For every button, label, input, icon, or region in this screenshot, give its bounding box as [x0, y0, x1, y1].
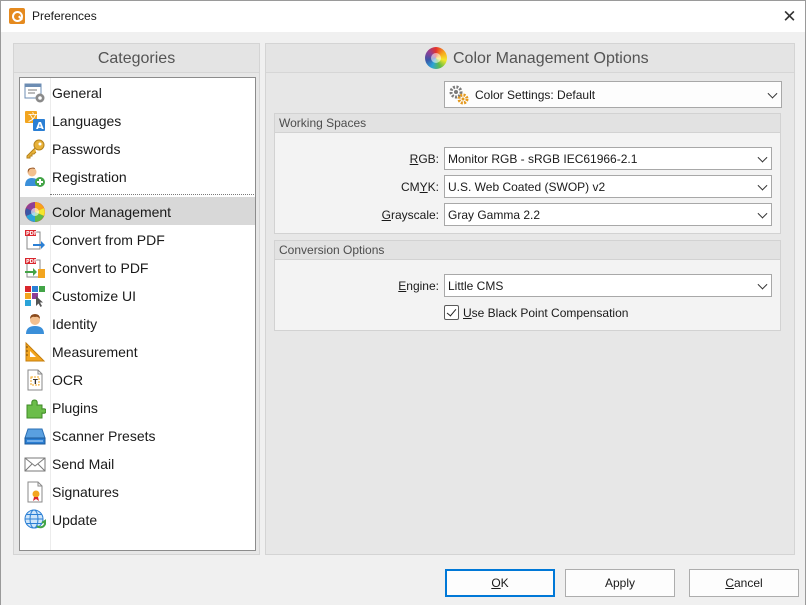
- sidebar-item-label: Registration: [52, 169, 127, 185]
- sidebar-item-customize-ui[interactable]: Customize UI: [20, 281, 255, 309]
- conversion-options-group: Conversion Options Engine: Little CMS Us…: [274, 240, 781, 331]
- sidebar-item-label: Plugins: [52, 400, 98, 416]
- categories-header: Categories: [14, 44, 259, 73]
- rgb-value: Monitor RGB - sRGB IEC61966-2.1: [448, 152, 638, 166]
- grayscale-label: Grayscale:: [381, 208, 439, 222]
- color-wheel-icon: [25, 202, 45, 222]
- black-point-compensation-checkbox[interactable]: [444, 305, 459, 320]
- sidebar-item-languages[interactable]: 文 A Languages: [20, 106, 255, 134]
- title-bar: Preferences ✕: [1, 1, 805, 32]
- chevron-down-icon: [757, 279, 768, 290]
- sidebar-item-identity[interactable]: Identity: [20, 309, 255, 337]
- cmyk-label: CMYK:: [400, 180, 439, 194]
- chevron-down-icon: [757, 152, 768, 163]
- puzzle-icon: [26, 399, 46, 419]
- color-settings-dropdown[interactable]: Color Settings: Default: [444, 81, 782, 108]
- sidebar-item-label: Customize UI: [52, 288, 137, 304]
- sidebar-item-label: Passwords: [52, 141, 121, 157]
- options-title: Color Management Options: [453, 50, 649, 67]
- sidebar-item-update[interactable]: Update: [20, 505, 255, 533]
- customize-ui-icon: [25, 286, 45, 307]
- color-wheel-icon: [425, 47, 447, 69]
- grayscale-select[interactable]: Gray Gamma 2.2: [444, 203, 772, 226]
- close-button[interactable]: ✕: [774, 1, 805, 32]
- sidebar-item-label: General: [52, 85, 102, 101]
- options-header: Color Management Options: [266, 44, 794, 73]
- sidebar-item-label: Signatures: [52, 484, 119, 500]
- scanner-icon: [24, 428, 46, 445]
- sidebar-item-scanner-presets[interactable]: Scanner Presets: [20, 421, 255, 449]
- dialog-footer: OK Apply Cancel: [1, 561, 805, 605]
- sidebar-item-measurement[interactable]: Measurement: [20, 337, 255, 365]
- sidebar-item-general[interactable]: General: [20, 78, 255, 106]
- chevron-down-icon: [767, 88, 778, 99]
- color-management-panel: Color Management Options Color Settings:…: [265, 43, 795, 555]
- svg-text:PDF: PDF: [26, 231, 37, 237]
- sidebar-item-label: Convert to PDF: [52, 260, 149, 276]
- engine-select[interactable]: Little CMS: [444, 274, 772, 297]
- svg-text:PDF: PDF: [26, 259, 37, 265]
- grayscale-value: Gray Gamma 2.2: [448, 208, 541, 222]
- chevron-down-icon: [757, 180, 768, 191]
- sidebar-item-label: Convert from PDF: [52, 232, 165, 248]
- sidebar-item-label: Update: [52, 512, 98, 528]
- languages-icon: 文 A: [25, 111, 45, 132]
- sidebar-item-passwords[interactable]: Passwords: [20, 134, 255, 162]
- signature-icon: [27, 481, 43, 503]
- black-point-compensation-label[interactable]: Use Black Point Compensation: [463, 306, 628, 320]
- window-title: Preferences: [32, 9, 97, 23]
- sidebar-item-registration[interactable]: Registration: [20, 162, 255, 190]
- general-settings-icon: [24, 83, 45, 103]
- cancel-button[interactable]: Cancel: [689, 569, 799, 597]
- chevron-down-icon: [757, 208, 768, 219]
- sidebar-item-label: OCR: [52, 372, 84, 388]
- rgb-label: RGB:: [409, 152, 439, 166]
- preferences-dialog: Preferences ✕ Categories General 文 A Lan…: [0, 0, 806, 605]
- sidebar-item-convert-from-pdf[interactable]: PDF Convert from PDF: [20, 225, 255, 253]
- ok-button[interactable]: OK: [445, 569, 555, 597]
- working-spaces-group: Working Spaces RGB: Monitor RGB - sRGB I…: [274, 113, 781, 234]
- rgb-select[interactable]: Monitor RGB - sRGB IEC61966-2.1: [444, 147, 772, 170]
- conversion-options-title: Conversion Options: [275, 241, 780, 260]
- sidebar-item-label: Send Mail: [52, 456, 115, 472]
- sidebar-item-plugins[interactable]: Plugins: [20, 393, 255, 421]
- ruler-triangle-icon: [25, 341, 46, 362]
- categories-panel: Categories General 文 A Languages Passwor…: [13, 43, 260, 555]
- sidebar-item-send-mail[interactable]: Send Mail: [20, 449, 255, 477]
- categories-list[interactable]: General 文 A Languages Passwords Registra…: [19, 77, 256, 551]
- pdf-export-icon: PDF: [25, 230, 45, 250]
- apply-button[interactable]: Apply: [565, 569, 675, 597]
- sidebar-item-label: Color Management: [52, 204, 172, 220]
- cmyk-value: U.S. Web Coated (SWOP) v2: [448, 180, 606, 194]
- color-settings-label: Color Settings: Default: [475, 88, 596, 102]
- globe-update-icon: [24, 509, 46, 529]
- svg-text:T: T: [33, 378, 38, 386]
- cmyk-select[interactable]: U.S. Web Coated (SWOP) v2: [444, 175, 772, 198]
- gear-icon: [449, 85, 469, 105]
- key-icon: [26, 139, 45, 159]
- engine-value: Little CMS: [448, 279, 504, 293]
- sidebar-item-ocr[interactable]: T OCR: [20, 365, 255, 393]
- sidebar-item-convert-to-pdf[interactable]: PDF Convert to PDF: [20, 253, 255, 281]
- engine-label: Engine:: [398, 279, 439, 293]
- identity-icon: [26, 314, 44, 334]
- ocr-icon: T: [27, 369, 43, 391]
- working-spaces-title: Working Spaces: [275, 114, 780, 133]
- color-settings-value: Default: [557, 88, 596, 102]
- user-add-icon: [25, 167, 45, 187]
- sidebar-item-signatures[interactable]: Signatures: [20, 477, 255, 505]
- envelope-icon: [24, 457, 46, 472]
- sidebar-item-label: Identity: [52, 316, 98, 332]
- app-logo-icon: [9, 8, 25, 24]
- sidebar-item-label: Scanner Presets: [52, 428, 156, 444]
- svg-text:A: A: [36, 121, 44, 132]
- pdf-import-icon: PDF: [25, 258, 45, 278]
- sidebar-item-color-management[interactable]: Color Management: [20, 197, 255, 225]
- sidebar-item-label: Languages: [52, 113, 122, 129]
- category-group-divider: [50, 194, 254, 195]
- sidebar-item-label: Measurement: [52, 344, 138, 360]
